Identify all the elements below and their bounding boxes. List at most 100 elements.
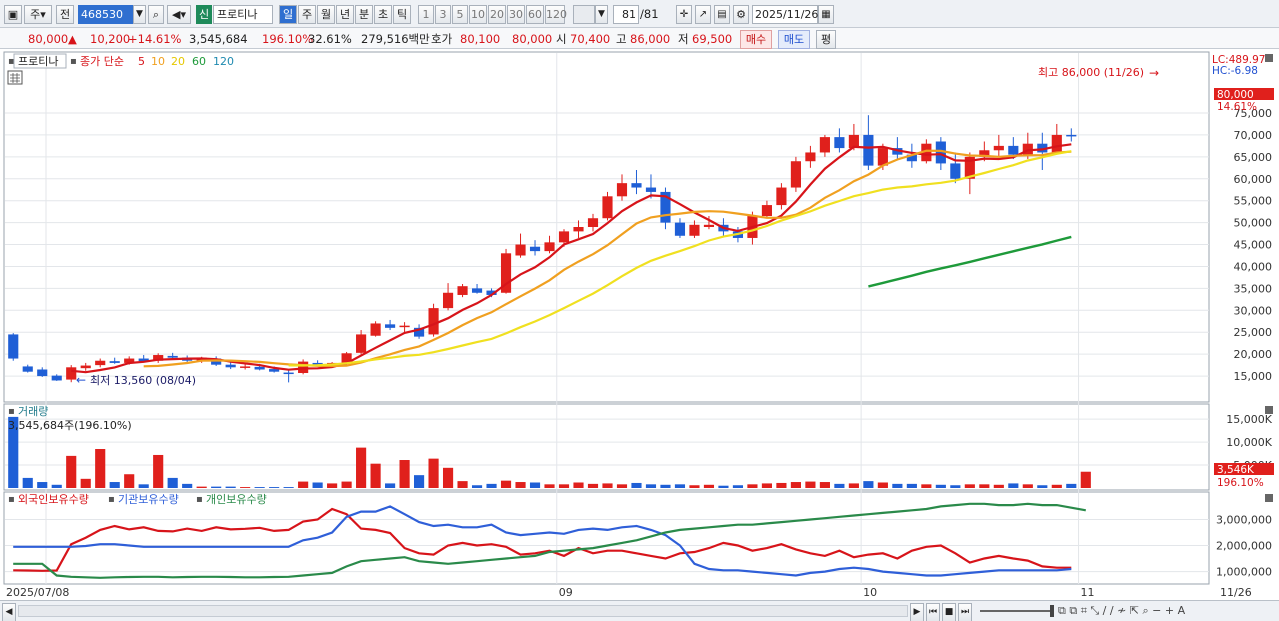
calendar-icon[interactable]: ▦ <box>818 5 834 24</box>
interval-input[interactable] <box>573 5 595 24</box>
last-page-icon[interactable]: ⏭ <box>958 603 972 621</box>
grid-toggle-icon[interactable] <box>7 70 23 85</box>
candle-body <box>776 187 787 206</box>
current-pct-tag-label: 14.61% <box>1217 101 1257 113</box>
high-price: 86,000 <box>630 32 671 46</box>
candle-body <box>370 323 381 336</box>
volume-bar <box>138 484 149 488</box>
price-tick-label: 15,000 <box>1234 370 1273 383</box>
volume-bar <box>950 485 961 488</box>
volume-bar <box>428 458 439 488</box>
hc-label: HC:-6.98 <box>1212 65 1258 77</box>
candle-body <box>399 325 410 328</box>
candle-body <box>573 227 584 232</box>
volume-bar <box>1022 484 1033 488</box>
draw-tool-icon[interactable]: ↗ <box>695 5 711 24</box>
zoom-slider[interactable] <box>980 610 1050 612</box>
volume-bar <box>51 484 62 488</box>
period-button[interactable]: 월 <box>317 5 335 24</box>
volume-bar <box>747 484 758 488</box>
volume-bar <box>1037 485 1048 488</box>
price-tick-label: 20,000 <box>1234 348 1273 361</box>
speaker-icon[interactable]: ◀▾ <box>167 5 191 24</box>
volume-bar <box>718 485 729 488</box>
price-panel-close-icon[interactable] <box>1265 54 1273 62</box>
volume-bar <box>805 481 816 488</box>
interval-button[interactable]: 10 <box>469 5 487 24</box>
up-arrow-icon: ▲ <box>68 32 77 46</box>
volume-bar <box>573 482 584 488</box>
count-input[interactable]: 81 <box>613 5 639 24</box>
save-icon[interactable]: ▤ <box>714 5 730 24</box>
crosshair-icon[interactable]: ✛ <box>676 5 692 24</box>
candle-body <box>616 183 628 197</box>
volume-bar <box>341 481 352 488</box>
all-button[interactable]: 전 <box>56 5 74 24</box>
legend-dot-icon: ▪ <box>196 494 203 505</box>
bid-price-2: 80,000 <box>512 32 553 46</box>
holdings-panel-close-icon[interactable] <box>1265 494 1273 502</box>
interval-button[interactable]: 120 <box>545 5 567 24</box>
volume-current-label: 3,546K <box>1217 464 1255 476</box>
period-button[interactable]: 일 <box>279 5 297 24</box>
volume-bar <box>790 482 801 488</box>
interval-button[interactable]: 20 <box>488 5 506 24</box>
volume-current-pct: 196.10% <box>1217 477 1264 489</box>
scroll-right-icon[interactable]: ▶ <box>910 603 924 621</box>
price-tick-label: 30,000 <box>1234 304 1273 317</box>
first-page-icon[interactable]: ⏮ <box>926 603 940 621</box>
min-note: 최저 13,560 (08/04) <box>90 374 196 387</box>
interval-button[interactable]: 3 <box>435 5 451 24</box>
scroll-track[interactable] <box>18 605 908 617</box>
volume-bar <box>979 484 990 488</box>
interval-button[interactable]: 1 <box>418 5 434 24</box>
interval-button[interactable]: 60 <box>526 5 544 24</box>
volume-bar <box>327 483 338 488</box>
search-icon[interactable]: ⌕ <box>148 5 164 24</box>
min-arrow-icon: ← <box>76 373 86 387</box>
interval-button[interactable]: 5 <box>452 5 468 24</box>
volume-bar <box>399 460 410 488</box>
volume-bar <box>558 484 570 488</box>
code-dropdown-icon[interactable]: ▼ <box>133 5 146 24</box>
stop-icon[interactable]: ■ <box>942 603 956 621</box>
period-type-select[interactable]: 주▾ <box>24 5 52 24</box>
period-button[interactable]: 틱 <box>393 5 411 24</box>
candle-body <box>167 355 178 358</box>
scroll-left-icon[interactable]: ◀ <box>2 603 16 621</box>
date-input[interactable]: 2025/11/26 <box>752 5 818 24</box>
draw-tools-icon[interactable]: ⧉ ⧉ ⌗ ⤡ ∕ ∕ ≁ ⇱ ⌕ − + A <box>1058 603 1185 619</box>
period-button[interactable]: 분 <box>355 5 373 24</box>
evaluate-button[interactable]: 평 <box>816 30 836 49</box>
window-icon[interactable]: ▣ <box>4 5 22 24</box>
price-tick-label: 60,000 <box>1234 173 1273 186</box>
gear-icon[interactable]: ⚙ <box>733 5 749 24</box>
stock-code-input[interactable]: 468530 <box>78 5 133 24</box>
interval-button[interactable]: 30 <box>507 5 525 24</box>
interval-dropdown-icon[interactable]: ▼ <box>595 5 608 24</box>
volume-bar <box>921 484 932 488</box>
candle-body <box>950 163 961 179</box>
volume-bar <box>298 481 309 488</box>
volume-bar <box>529 482 541 488</box>
volume-bar <box>153 454 164 488</box>
candle-body <box>95 360 106 366</box>
volume-panel-close-icon[interactable] <box>1265 406 1273 414</box>
legend-dot-icon: ▪ <box>108 494 115 505</box>
volume-bar <box>95 449 106 488</box>
chart-area[interactable]: 75,00070,00065,00060,00055,00050,00045,0… <box>0 50 1279 600</box>
sell-button[interactable]: 매도 <box>778 30 810 49</box>
ma-period-20: 20 <box>171 55 185 68</box>
period-button[interactable]: 년 <box>336 5 354 24</box>
volume-bar <box>457 481 468 488</box>
volume-bar <box>500 480 512 488</box>
top-toolbar: ▣ 주▾ 전 468530 ▼ ⌕ ◀▾ 신 프로티나 일주월년분초틱 1351… <box>0 0 1279 28</box>
chart-background <box>0 50 1279 600</box>
period-button[interactable]: 주 <box>298 5 316 24</box>
zoom-slider-handle[interactable] <box>1050 605 1054 617</box>
period-button[interactable]: 초 <box>374 5 392 24</box>
trade-amount: 279,516백만 <box>361 32 430 46</box>
candle-body <box>834 137 845 149</box>
legend-dot-icon: ▪ <box>8 494 15 505</box>
buy-button[interactable]: 매수 <box>740 30 772 49</box>
